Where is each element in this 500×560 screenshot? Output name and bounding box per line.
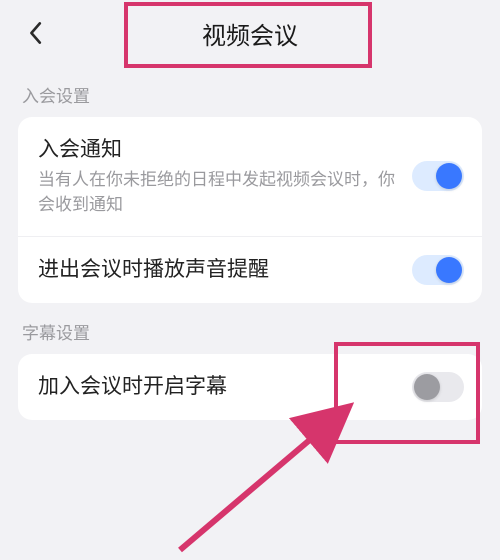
row-join-notify: 入会通知 当有人在你未拒绝的日程中发起视频会议时，你会收到通知 bbox=[18, 117, 482, 236]
row-title: 进出会议时播放声音提醒 bbox=[38, 255, 400, 284]
back-button[interactable] bbox=[20, 18, 50, 48]
row-title: 加入会议时开启字幕 bbox=[38, 372, 400, 401]
row-text: 进出会议时播放声音提醒 bbox=[38, 255, 412, 284]
toggle-knob bbox=[436, 163, 462, 189]
section-label-subtitle: 字幕设置 bbox=[0, 303, 500, 354]
row-title: 入会通知 bbox=[38, 135, 400, 164]
toggle-knob bbox=[436, 257, 462, 283]
section-label-join: 入会设置 bbox=[0, 66, 500, 117]
toggle-join-sound[interactable] bbox=[412, 255, 464, 285]
row-text: 入会通知 当有人在你未拒绝的日程中发起视频会议时，你会收到通知 bbox=[38, 135, 412, 218]
row-auto-subtitle: 加入会议时开启字幕 bbox=[18, 354, 482, 420]
row-subtitle: 当有人在你未拒绝的日程中发起视频会议时，你会收到通知 bbox=[38, 168, 400, 217]
toggle-join-notify[interactable] bbox=[412, 161, 464, 191]
card-join-settings: 入会通知 当有人在你未拒绝的日程中发起视频会议时，你会收到通知 进出会议时播放声… bbox=[18, 117, 482, 303]
header: 视频会议 bbox=[0, 0, 500, 66]
chevron-left-icon bbox=[27, 21, 43, 45]
toggle-auto-subtitle[interactable] bbox=[412, 372, 464, 402]
page-title: 视频会议 bbox=[202, 16, 298, 51]
card-subtitle-settings: 加入会议时开启字幕 bbox=[18, 354, 482, 420]
row-join-sound: 进出会议时播放声音提醒 bbox=[18, 236, 482, 303]
row-text: 加入会议时开启字幕 bbox=[38, 372, 412, 401]
toggle-knob bbox=[414, 374, 440, 400]
